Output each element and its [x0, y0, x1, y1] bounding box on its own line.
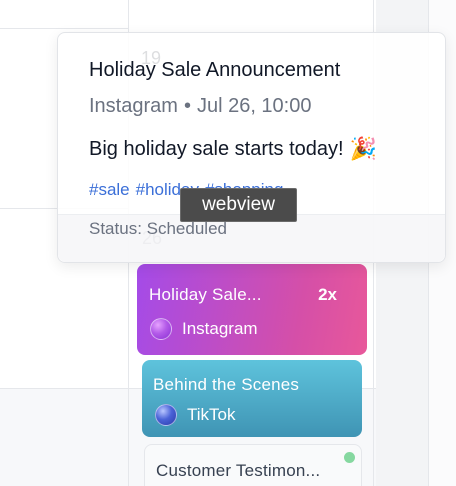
event-platform: Instagram — [150, 318, 258, 340]
instagram-dot-icon — [150, 318, 172, 340]
event-card-behind-the-scenes[interactable]: Behind the Scenes TikTok — [142, 360, 362, 437]
event-title: Holiday Sale... — [149, 285, 262, 304]
event-preview-popover: Holiday Sale Announcement Instagram • Jul … — [57, 32, 446, 263]
popover-status: Status: Scheduled — [89, 219, 227, 238]
event-platform: TikTok — [155, 404, 236, 426]
event-title: Behind the Scenes — [153, 375, 300, 394]
party-popper-icon: 🎉 — [349, 136, 377, 161]
event-title: Customer Testimon... — [156, 461, 321, 480]
grid-row-divider — [0, 28, 128, 29]
event-count-badge: 2x — [318, 285, 337, 304]
tiktok-dot-icon — [155, 404, 177, 426]
hashtag[interactable]: #sale — [89, 180, 130, 199]
webview-tooltip: webview — [180, 188, 297, 222]
event-platform-label: TikTok — [187, 405, 236, 424]
event-card-customer-testimonial[interactable]: Customer Testimon... — [144, 444, 362, 486]
meta-separator: • — [183, 95, 191, 117]
popover-body: Big holiday sale starts today! 🎉 — [89, 136, 377, 162]
status-dot-icon — [344, 452, 355, 463]
event-card-holiday-sale[interactable]: Holiday Sale... 2x Instagram — [137, 264, 367, 355]
popover-platform: Instagram — [89, 95, 178, 117]
popover-body-text: Big holiday sale starts today! — [89, 137, 344, 160]
popover-meta: Instagram • Jul 26, 10:00 — [89, 95, 311, 118]
event-platform-label: Instagram — [182, 319, 258, 338]
popover-datetime: Jul 26, 10:00 — [196, 95, 312, 117]
popover-title: Holiday Sale Announcement — [89, 59, 341, 81]
calendar-stage: 19 26 Holiday Sale... 2x Instagram Behin… — [0, 0, 456, 486]
